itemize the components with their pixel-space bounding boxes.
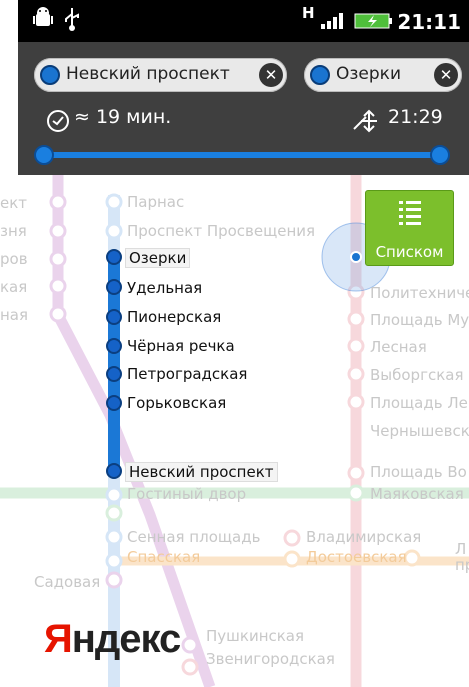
from-station-label: Невский проспект: [66, 64, 230, 84]
origin-station-label[interactable]: Невский проспект: [125, 462, 278, 482]
to-station-label: Озерки: [336, 64, 401, 84]
station-label[interactable]: Парнас: [127, 193, 184, 211]
map-label: ная: [0, 306, 29, 324]
android-debug-icon: [33, 7, 53, 26]
station-label[interactable]: Сенная площадь: [127, 528, 260, 546]
station-label[interactable]: Проспект Просвещения: [127, 222, 315, 240]
status-bar: H 21:11: [18, 0, 469, 42]
station-label[interactable]: Лесная: [370, 338, 427, 356]
signal-icon: [321, 13, 343, 29]
clock-icon: [47, 110, 69, 132]
clear-to-button[interactable]: ✕: [434, 63, 458, 87]
list-view-label: Списком: [375, 243, 444, 261]
map-label: ект: [0, 194, 28, 212]
route-station-label[interactable]: Удельная: [127, 279, 202, 297]
blue-line-dot-icon: [40, 65, 60, 85]
route-station-label[interactable]: Пионерская: [127, 308, 221, 326]
station-label[interactable]: Чернышевск: [370, 422, 469, 440]
to-station-chip[interactable]: Озерки ✕: [304, 58, 462, 92]
clear-from-button[interactable]: ✕: [259, 63, 283, 87]
station-label[interactable]: Гостиный двор: [127, 485, 246, 503]
station-label[interactable]: Пушкинская: [206, 627, 304, 645]
route-progress-bar: [36, 152, 436, 158]
station-label[interactable]: Достоевская: [306, 548, 407, 566]
station-label[interactable]: Звенигородская: [206, 650, 335, 668]
list-view-button[interactable]: Списком: [365, 190, 454, 266]
route-header: Невский проспект ✕ Озерки ✕ ≈ 19 мин. 21…: [18, 42, 469, 175]
map-label: зня: [0, 222, 27, 240]
station-label[interactable]: Площадь Ле: [370, 394, 468, 412]
battery-charging-icon: [354, 13, 392, 29]
list-icon: [399, 201, 421, 225]
yandex-logo-text: ндекс: [71, 617, 182, 661]
arrival-icon: [353, 109, 377, 133]
status-time: 21:11: [397, 10, 461, 34]
station-label[interactable]: Садовая: [34, 573, 100, 591]
station-label[interactable]: Площадь Во: [370, 463, 467, 481]
route-station-label[interactable]: Чёрная речка: [127, 337, 235, 355]
map-label: ров: [0, 250, 28, 268]
network-type-icon: H: [302, 4, 315, 22]
station-label[interactable]: Политехниче: [370, 284, 469, 302]
station-label[interactable]: Выборгская: [370, 366, 464, 384]
from-station-chip[interactable]: Невский проспект ✕: [34, 58, 287, 92]
route-start-marker: [34, 145, 54, 165]
map-label: кая: [0, 278, 28, 296]
arrival-time: 21:29: [388, 106, 443, 128]
route-station-label[interactable]: Петроградская: [127, 365, 247, 383]
station-label[interactable]: Маяковская: [370, 485, 464, 503]
yandex-logo-letter: Я: [44, 617, 73, 661]
travel-duration: ≈ 19 мин.: [74, 106, 172, 128]
station-label[interactable]: Спасская: [127, 548, 200, 566]
route-station-label[interactable]: Озерки: [125, 248, 191, 268]
route-end-marker: [430, 145, 450, 165]
station-label[interactable]: Владимирская: [306, 528, 421, 546]
yandex-logo: Яндекс: [44, 617, 182, 662]
blue-line-dot-icon: [310, 65, 330, 85]
station-label[interactable]: Площадь Му: [370, 311, 469, 329]
map-label: пр: [455, 556, 469, 574]
usb-icon: [65, 8, 79, 31]
route-station-label[interactable]: Горьковская: [127, 394, 226, 412]
